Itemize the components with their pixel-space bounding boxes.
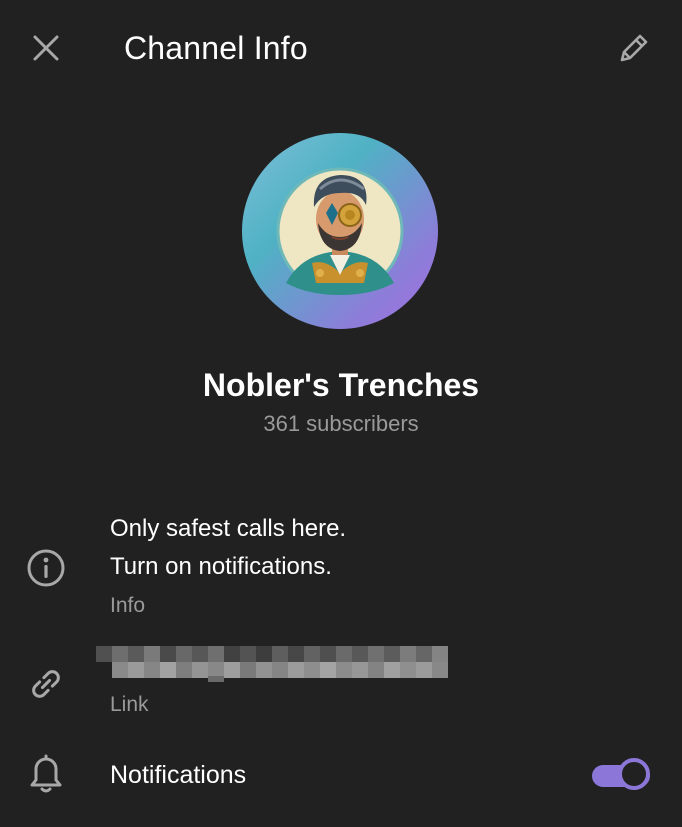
page-title: Channel Info: [124, 30, 308, 66]
channel-description: Only safest calls here. Turn on notifica…: [110, 510, 346, 586]
channel-info-screen: Channel Info Nobler's Trenches 361 subsc…: [0, 0, 682, 827]
subscriber-count: 361 subscribers: [263, 411, 419, 436]
notifications-label: Notifications: [110, 761, 247, 789]
pencil-icon: [620, 34, 648, 62]
channel-name: Nobler's Trenches: [202, 367, 480, 403]
info-icon: [22, 544, 70, 592]
notifications-toggle[interactable]: [592, 757, 654, 793]
info-label: Info: [110, 594, 146, 617]
avatar[interactable]: [242, 133, 438, 329]
toggle-knob: [618, 758, 650, 790]
edit-button[interactable]: [610, 24, 658, 72]
description-line-1: Only safest calls here.: [110, 515, 347, 542]
link-value-redacted[interactable]: [96, 646, 448, 682]
avatar-illustration-icon: [276, 167, 404, 295]
header-bar: Channel Info: [0, 0, 682, 96]
link-label: Link: [110, 693, 149, 716]
link-icon: [22, 660, 70, 708]
close-button[interactable]: [22, 24, 70, 72]
bell-icon: [22, 751, 70, 799]
close-icon: [33, 35, 59, 61]
description-line-2: Turn on notifications.: [110, 553, 332, 580]
